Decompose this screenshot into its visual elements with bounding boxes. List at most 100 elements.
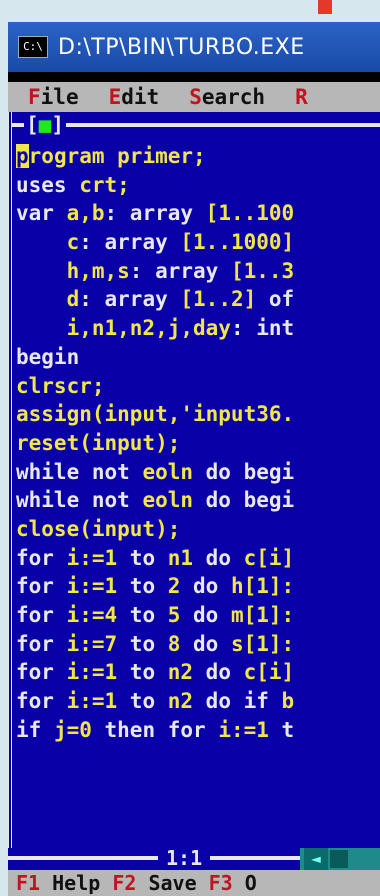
code-identifier: n1 bbox=[167, 545, 194, 570]
f1-key-label: F1 bbox=[16, 871, 41, 895]
menu-edit-label: dit bbox=[121, 85, 160, 109]
editor-top-rule bbox=[12, 123, 380, 127]
dos-window: C:\ D:\TP\BIN\TURBO.EXE File Edit Search… bbox=[8, 22, 380, 896]
code-identifier: n2 bbox=[167, 660, 194, 685]
code-line[interactable]: for i:=1 to 2 do h[1]: bbox=[16, 572, 380, 601]
f3-open-key[interactable]: F3 O bbox=[209, 871, 257, 895]
code-identifier: close(input); bbox=[16, 516, 181, 541]
code-line[interactable]: program primer; bbox=[16, 142, 380, 171]
code-identifier: d bbox=[66, 287, 80, 312]
code-keyword: t bbox=[268, 717, 295, 742]
code-identifier: rogram primer; bbox=[28, 144, 206, 168]
code-line[interactable]: while not eoln do begi bbox=[16, 458, 380, 487]
code-line[interactable]: d: array [1..2] of bbox=[16, 285, 380, 314]
code-line[interactable]: for i:=1 to n2 do c[i] bbox=[16, 658, 380, 687]
code-keyword bbox=[16, 287, 67, 311]
code-keyword: then for bbox=[91, 717, 219, 742]
code-keyword: of bbox=[268, 287, 295, 312]
code-identifier: s[1]: bbox=[230, 631, 295, 656]
menu-file-hotkey: F bbox=[28, 85, 41, 109]
menu-run[interactable]: R bbox=[295, 85, 308, 109]
code-line[interactable]: i,n1,n2,j,day: int bbox=[16, 314, 380, 343]
code-line[interactable]: begin bbox=[16, 343, 380, 372]
code-keyword: to bbox=[117, 603, 168, 627]
code-identifier: eoln bbox=[142, 488, 194, 513]
code-identifier: i:=1 bbox=[66, 574, 118, 599]
code-line[interactable]: reset(input); bbox=[16, 429, 380, 458]
code-keyword: for bbox=[16, 603, 67, 627]
code-keyword: for bbox=[16, 660, 67, 685]
code-line[interactable]: assign(input,'input36. bbox=[16, 400, 380, 429]
scroll-left-arrow-icon[interactable]: ◄ bbox=[304, 848, 328, 870]
code-identifier: [1..2] bbox=[180, 287, 269, 312]
f1-help-key[interactable]: F1 Help bbox=[16, 871, 100, 895]
scroll-thumb[interactable] bbox=[330, 850, 348, 868]
code-line[interactable]: var a,b: array [1..100 bbox=[16, 199, 380, 228]
code-keyword: var bbox=[16, 201, 67, 226]
code-keyword: to bbox=[117, 660, 168, 685]
code-line[interactable]: h,m,s: array [1..3 bbox=[16, 257, 380, 286]
horizontal-scrollbar[interactable]: ◄ bbox=[300, 848, 380, 870]
code-line[interactable]: close(input); bbox=[16, 515, 380, 544]
code-keyword: : int bbox=[230, 316, 295, 341]
code-line[interactable]: if j=0 then for i:=1 t bbox=[16, 716, 380, 745]
code-line[interactable]: for i:=7 to 8 do s[1]: bbox=[16, 630, 380, 659]
close-window-button[interactable]: [■] bbox=[24, 112, 66, 138]
code-line[interactable]: for i:=4 to 5 do m[1]: bbox=[16, 601, 380, 630]
code-keyword: while not bbox=[16, 459, 143, 484]
menu-search-label: earch bbox=[201, 85, 266, 109]
code-lines[interactable]: program primer; uses crt; var a,b: array [… bbox=[16, 142, 380, 744]
menu-search[interactable]: Search bbox=[189, 85, 265, 109]
f1-text: Help bbox=[40, 871, 101, 895]
code-keyword: do begi bbox=[193, 488, 295, 513]
text-cursor: p bbox=[16, 144, 29, 168]
code-identifier: c[i] bbox=[243, 545, 295, 570]
code-keyword: do bbox=[180, 603, 231, 627]
close-box-end: ] bbox=[51, 113, 64, 137]
menu-edit-hotkey: E bbox=[108, 85, 122, 109]
f2-save-key[interactable]: F2 Save bbox=[112, 871, 196, 895]
code-line[interactable]: for i:=1 to n2 do if b bbox=[16, 687, 380, 716]
menu-bar: File Edit Search R bbox=[8, 82, 380, 112]
code-line[interactable]: while not eoln do begi bbox=[16, 486, 380, 515]
code-keyword: uses bbox=[16, 172, 80, 197]
code-identifier: i:=7 bbox=[66, 631, 118, 656]
code-keyword: begin bbox=[16, 344, 80, 369]
code-keyword: do bbox=[193, 660, 244, 685]
editor-status-bar: 1:1 ◄ bbox=[8, 845, 380, 871]
title-bar[interactable]: C:\ D:\TP\BIN\TURBO.EXE bbox=[8, 22, 380, 72]
code-keyword: : array bbox=[79, 230, 181, 255]
f3-text: O bbox=[232, 871, 257, 895]
code-identifier: h[1]: bbox=[230, 574, 295, 599]
code-keyword: to bbox=[117, 689, 168, 714]
code-identifier: j=0 bbox=[53, 717, 92, 742]
code-keyword: for bbox=[16, 545, 67, 570]
code-identifier: reset(input); bbox=[16, 430, 181, 455]
code-identifier: [1..100 bbox=[205, 201, 295, 226]
close-box-open: [ bbox=[26, 113, 39, 137]
code-identifier: crt; bbox=[79, 172, 130, 197]
code-keyword: : array bbox=[79, 287, 181, 312]
code-identifier: clrscr; bbox=[16, 373, 105, 398]
code-identifier: i,n1,n2,j,day bbox=[66, 316, 231, 341]
code-keyword: for bbox=[16, 689, 67, 714]
code-identifier: i:=1 bbox=[66, 660, 118, 685]
menu-edit[interactable]: Edit bbox=[109, 85, 160, 109]
code-identifier: i:=1 bbox=[66, 689, 118, 714]
code-editor[interactable]: [■] program primer; uses crt; var a,b: arr… bbox=[8, 112, 380, 852]
code-identifier: 5 bbox=[167, 603, 181, 627]
code-line[interactable]: c: array [1..1000] bbox=[16, 228, 380, 257]
code-line[interactable]: uses crt; bbox=[16, 171, 380, 200]
code-line[interactable]: clrscr; bbox=[16, 372, 380, 401]
function-key-bar: F1 Help F2 Save F3 O bbox=[8, 870, 380, 896]
code-identifier: h,m,s bbox=[66, 258, 130, 283]
menu-file[interactable]: File bbox=[28, 85, 79, 109]
code-keyword bbox=[16, 230, 67, 254]
code-line[interactable]: for i:=1 to n1 do c[i] bbox=[16, 544, 380, 573]
f2-key-label: F2 bbox=[112, 871, 137, 895]
console-app-icon[interactable]: C:\ bbox=[18, 36, 48, 58]
menu-run-hotkey: R bbox=[295, 85, 308, 109]
code-identifier: m[1]: bbox=[230, 603, 295, 627]
code-keyword: for bbox=[16, 631, 67, 656]
code-identifier: i:=4 bbox=[66, 603, 118, 627]
